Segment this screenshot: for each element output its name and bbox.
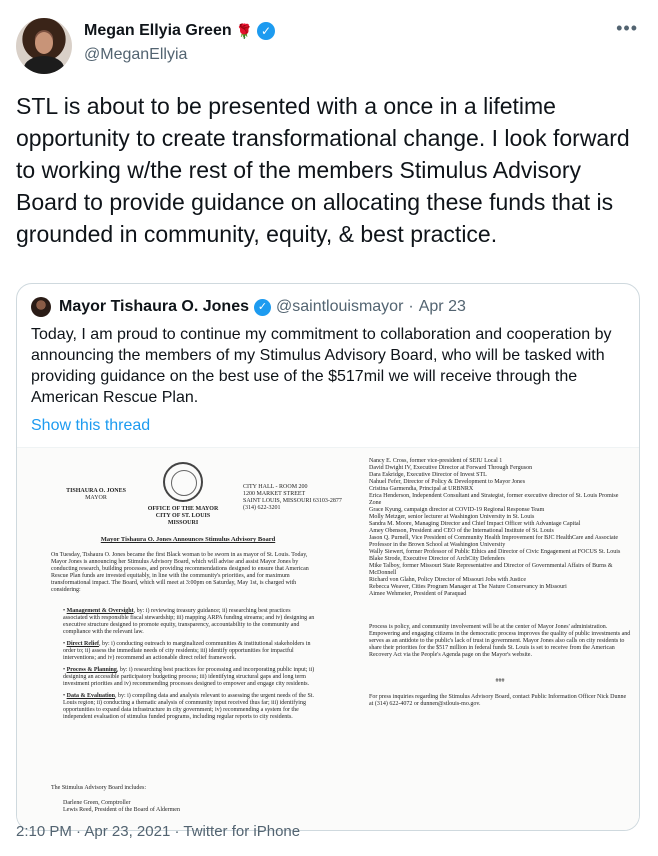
tweet-footer: 2:10 PM · Apr 23, 2021 · Twitter for iPh…: [16, 823, 300, 840]
quoted-verified-badge-icon: ✓: [254, 298, 271, 316]
doc-board-member: Jason Q. Purnell, Vice President of Comm…: [369, 535, 618, 548]
doc-bullet-title: Data & Evaluation: [66, 693, 115, 699]
doc-left-name: TISHAURA O. JONES: [66, 488, 126, 494]
doc-board-member: Aimee Wehmeier, President of Paraquad: [369, 591, 467, 597]
tweet-date[interactable]: Apr 23, 2021: [84, 823, 170, 840]
quoted-separator: ·: [408, 298, 414, 315]
more-options-icon[interactable]: •••: [616, 18, 638, 39]
avatar-body: [24, 56, 64, 74]
doc-board-member: Lewis Reed, President of the Board of Al…: [63, 807, 180, 813]
tweet-source[interactable]: Twitter for iPhone: [183, 823, 300, 840]
doc-board-member: Darlene Green, Comptroller: [63, 800, 131, 806]
quoted-author-handle[interactable]: @saintlouismayor: [276, 298, 403, 316]
footer-separator: ·: [174, 823, 180, 840]
doc-address-3: SAINT LOUIS, MISSOURI 63103-2877: [243, 498, 342, 504]
quoted-tweet-header: Mayor Tishaura O. Jones ✓ @saintlouismay…: [59, 298, 466, 316]
doc-board-member: Dara Eskridge, Executive Director of Inv…: [369, 472, 487, 478]
doc-board-member: Molly Metzger, senior lecturer at Washin…: [369, 514, 535, 520]
doc-board-member: Mike Talboy, former Missouri State Repre…: [369, 563, 613, 576]
doc-board-member: David Dwight IV, Executive Director at F…: [369, 465, 533, 471]
doc-board-member: Cristina Garmendia, Principal at URBNRX: [369, 486, 474, 492]
tweet-time[interactable]: 2:10 PM: [16, 823, 72, 840]
doc-bullet-text: , by: i) conducting outreach to marginal…: [63, 641, 311, 661]
doc-address-2: 1200 MARKET STREET: [243, 491, 306, 497]
quoted-author-avatar[interactable]: [31, 297, 51, 317]
doc-state: MISSOURI: [167, 520, 199, 526]
doc-bullet: • Process & Planning, by: i) researching…: [63, 667, 315, 687]
doc-board-member: Sandra M. Moore, Managing Director and C…: [369, 521, 581, 527]
doc-left-title: MAYOR: [85, 495, 107, 501]
doc-board-intro: The Stimulus Advisory Board includes:: [51, 785, 146, 791]
doc-board-member: Wally Siewert, former Professor of Publi…: [369, 549, 621, 555]
doc-bullet: • Data & Evaluation, by: i) compiling da…: [63, 693, 314, 720]
quoted-author-name[interactable]: Mayor Tishaura O. Jones: [59, 298, 249, 316]
avatar-face: [35, 32, 53, 54]
footer-separator: ·: [76, 823, 82, 840]
doc-city: CITY OF ST. LOUIS: [155, 513, 211, 519]
rose-emoji: 🌹: [235, 22, 254, 39]
author-handle[interactable]: @MeganEllyia: [84, 46, 187, 64]
doc-board-left-list: Darlene Green, Comptroller Lewis Reed, P…: [63, 800, 313, 814]
doc-address-4: (314) 622-3201: [243, 505, 281, 511]
author-avatar[interactable]: [16, 18, 72, 74]
tweet-text: STL is about to be presented with a once…: [16, 93, 630, 247]
doc-press-contact: For press inquiries regarding the Stimul…: [369, 694, 627, 707]
doc-board-member: Richard von Glahn, Policy Director of Mi…: [369, 577, 526, 583]
doc-board-member: Erica Henderson, Independent Consultant …: [369, 493, 619, 506]
doc-board-member: Blake Strode, Executive Director of Arch…: [369, 556, 505, 562]
doc-board-member: Rebecca Weaver, Cities Program Manager a…: [369, 584, 567, 590]
doc-closing: Process is policy, and community involve…: [369, 624, 631, 658]
doc-heading: Mayor Tishaura O. Jones Announces Stimul…: [100, 536, 276, 543]
doc-bullet-title: Management & Oversight: [66, 608, 134, 614]
doc-board-member: Amey Obenson, President and CEO of the I…: [369, 528, 554, 534]
verified-badge-icon: ✓: [257, 22, 276, 40]
tweet: Megan Ellyia Green 🌹 ✓ @MeganEllyia ••• …: [0, 0, 658, 856]
doc-board-member: Grace Kyung, campaign director at COVID-…: [369, 507, 545, 513]
doc-board-right-list: Nancy E. Cross, former vice-president of…: [369, 458, 631, 598]
doc-bullet: • Management & Oversight, by: i) reviewi…: [63, 608, 315, 635]
doc-office: OFFICE OF THE MAYOR: [147, 506, 219, 512]
doc-bullet-title: Process & Planning: [66, 667, 117, 673]
author-name-row: Megan Ellyia Green 🌹 ✓: [84, 22, 276, 40]
doc-bullet: • Direct Relief, by: i) conducting outre…: [63, 641, 311, 661]
quoted-tweet[interactable]: Mayor Tishaura O. Jones ✓ @saintlouismay…: [16, 283, 640, 831]
doc-bullet-title: Direct Relief: [66, 641, 99, 647]
quoted-tweet-text: Today, I am proud to continue my commitm…: [31, 326, 612, 406]
quoted-date[interactable]: Apr 23: [419, 298, 466, 316]
doc-board-member: Nahuel Fefer, Director of Policy & Devel…: [369, 479, 526, 485]
doc-end-mark: ###: [495, 678, 505, 684]
doc-intro: On Tuesday, Tishaura O. Jones became the…: [51, 552, 309, 593]
doc-bullet-list: • Management & Oversight, by: i) reviewi…: [63, 608, 315, 721]
author-name[interactable]: Megan Ellyia Green: [84, 22, 232, 40]
press-release-image[interactable]: TISHAURA O. JONES MAYOR OFFICE OF THE MA…: [17, 447, 639, 830]
city-seal-icon: [163, 462, 203, 502]
doc-address-1: CITY HALL - ROOM 200: [243, 484, 308, 490]
doc-board-member: Nancy E. Cross, former vice-president of…: [369, 458, 503, 464]
show-thread-link[interactable]: Show this thread: [31, 417, 150, 435]
